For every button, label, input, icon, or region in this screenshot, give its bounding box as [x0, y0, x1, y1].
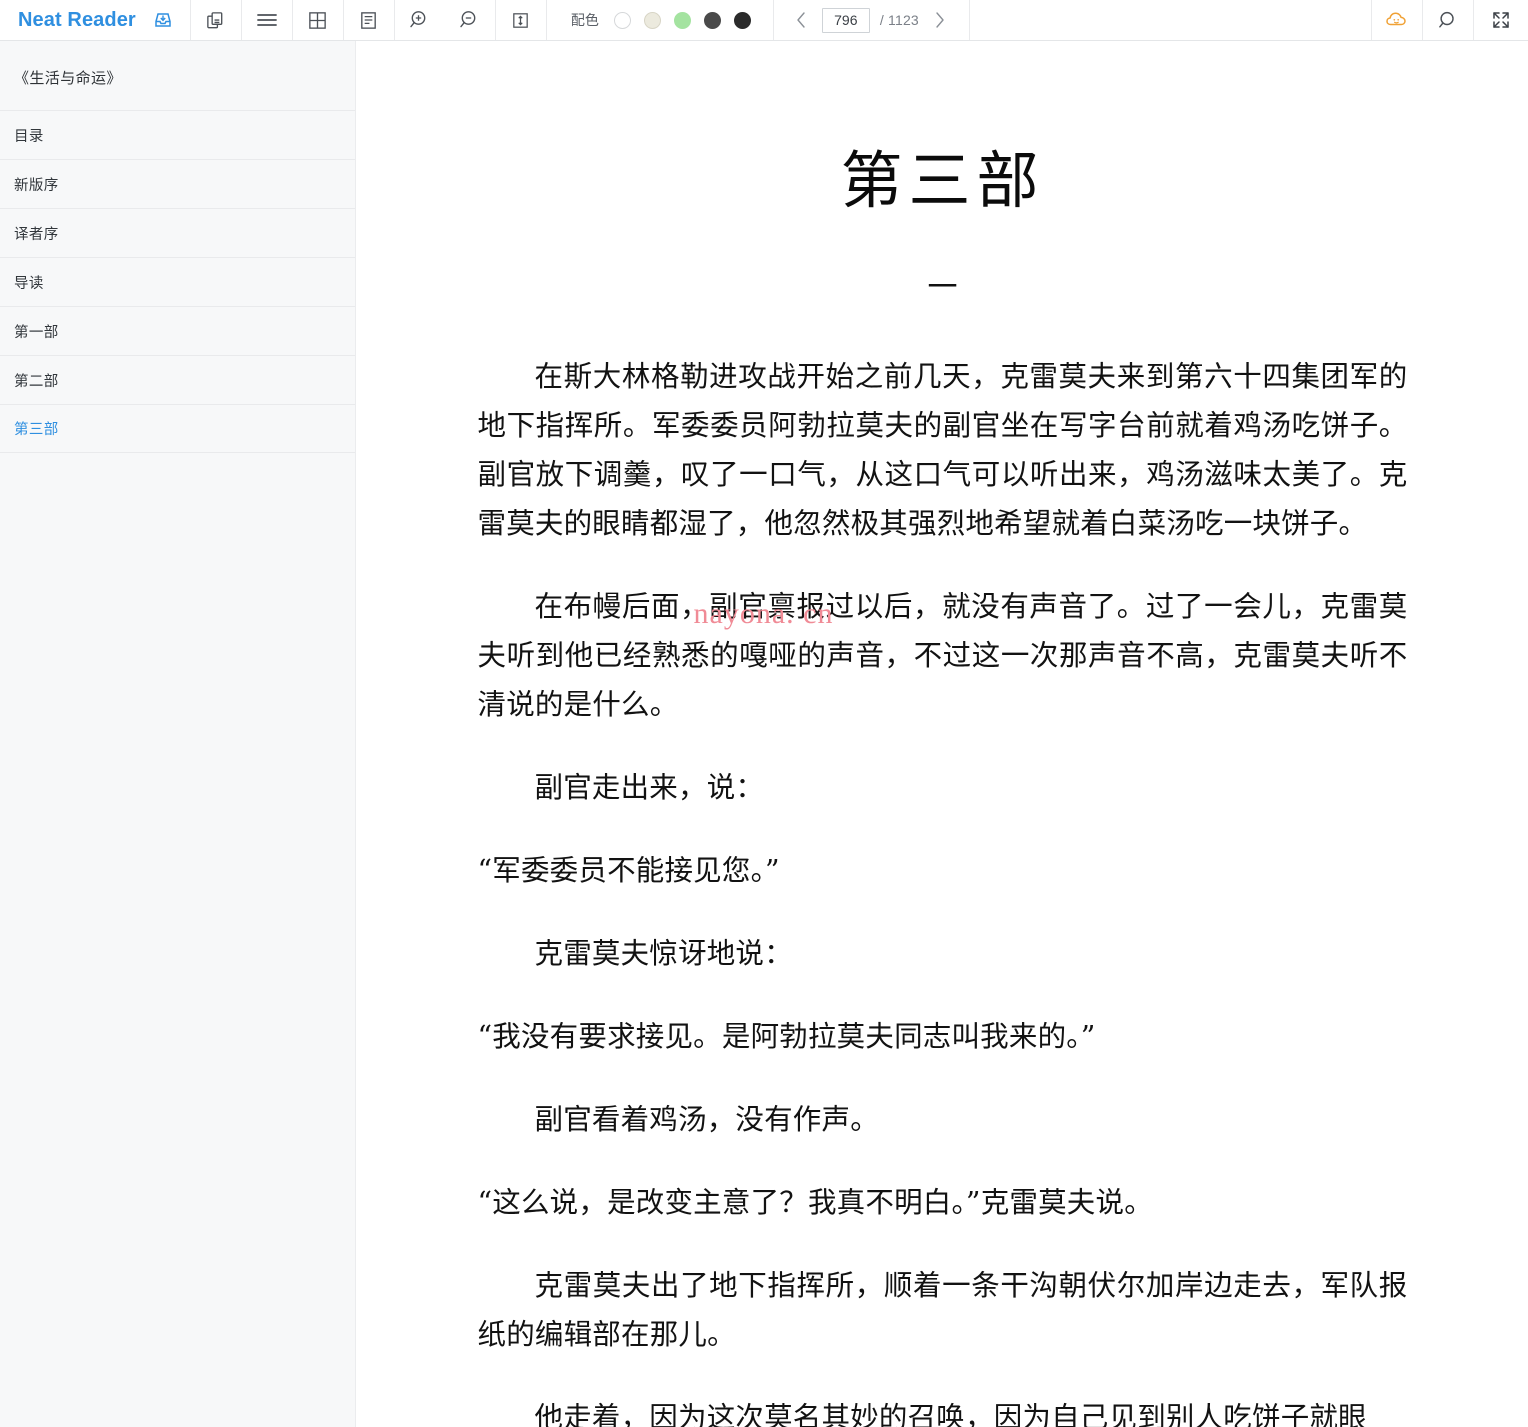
sidebar-item-part-two[interactable]: 第二部 [0, 355, 355, 404]
color-scheme-selector: 配色 [547, 0, 773, 40]
top-toolbar: Neat Reader 配色 796 / 1123 [0, 0, 1528, 41]
sidebar-item-new-preface[interactable]: 新版序 [0, 159, 355, 208]
color-scheme-label: 配色 [570, 12, 599, 28]
zoom-in-icon[interactable] [395, 0, 445, 40]
fullscreen-icon[interactable] [1474, 0, 1528, 40]
paragraph: 在布幔后面，副官禀报过以后，就没有声音了。过了一会儿，克雷莫夫听到他已经熟悉的嘎… [477, 590, 1408, 722]
next-page-icon[interactable] [929, 7, 951, 33]
toc-item-label: 译者序 [14, 226, 59, 243]
toc-item-label: 第三部 [14, 422, 59, 438]
save-inbox-icon[interactable] [150, 0, 176, 40]
toc-item-label: 新版序 [14, 177, 59, 194]
paragraph: “军委委员不能接见您。” [477, 854, 780, 888]
swatch-gray[interactable] [703, 11, 721, 29]
page-total-label: / 1123 [879, 12, 919, 28]
swatch-sepia[interactable] [643, 11, 661, 29]
swatch-green[interactable] [673, 11, 691, 29]
section-number: 一 [927, 270, 958, 306]
cloud-sync-icon[interactable] [1372, 0, 1422, 40]
toc-item-label: 第一部 [14, 324, 59, 341]
paragraph: 他走着，因为这次莫名其妙的召唤，因为自己见到别人吃饼子就眼 [534, 1401, 1367, 1427]
sidebar-item-translator-preface[interactable]: 译者序 [0, 208, 355, 257]
grid-layout-icon[interactable] [293, 0, 343, 40]
toc-item-label: 第二部 [14, 373, 59, 390]
paragraph: 副官走出来，说： [534, 771, 765, 805]
notes-document-icon[interactable] [344, 0, 394, 40]
page-navigator: / 1123 [774, 0, 969, 40]
reader-pane[interactable]: 第三部 一 在斯大林格勒进攻战开始之前几天，克雷莫夫来到第六十四集团军的地下指挥… [357, 41, 1528, 1427]
paragraph: 在斯大林格勒进攻战开始之前几天，克雷莫夫来到第六十四集团军的地下指挥所。军委委员… [477, 360, 1408, 541]
paragraph: 克雷莫夫惊讶地说： [534, 937, 793, 971]
line-height-icon[interactable] [496, 0, 546, 40]
swatch-white[interactable] [613, 11, 631, 29]
hamburger-list-icon[interactable] [242, 0, 292, 40]
search-icon[interactable] [1423, 0, 1473, 40]
prev-page-icon[interactable] [790, 7, 812, 33]
paragraph: “这么说，是改变主意了？我真不明白。”克雷莫夫说。 [477, 1186, 1153, 1220]
paragraph: “我没有要求接见。是阿勃拉莫夫同志叫我来的。” [477, 1020, 1096, 1054]
sidebar-item-guide[interactable]: 导读 [0, 257, 355, 306]
paragraph: 克雷莫夫出了地下指挥所，顺着一条干沟朝伏尔加岸边走去，军队报纸的编辑部在那儿。 [477, 1269, 1408, 1352]
copy-layers-icon[interactable] [191, 0, 241, 40]
zoom-out-icon[interactable] [445, 0, 495, 40]
sidebar-item-contents[interactable]: 目录 [0, 110, 355, 159]
book-title: 《生活与命运》 [14, 70, 122, 87]
toc-item-label: 导读 [14, 275, 44, 292]
page-number-input[interactable] [821, 7, 870, 33]
sidebar-item-part-three[interactable]: 第三部 [0, 404, 355, 453]
toc-sidebar: 《生活与命运》 目录 新版序 译者序 导读 第一部 第二部 第三部 [0, 41, 356, 1427]
swatch-black[interactable] [733, 11, 751, 29]
toc-item-label: 目录 [14, 128, 44, 145]
sidebar-item-part-one[interactable]: 第一部 [0, 306, 355, 355]
app-brand: Neat Reader [0, 0, 190, 40]
app-title: Neat Reader [18, 8, 136, 31]
book-page: 第三部 一 在斯大林格勒进攻战开始之前几天，克雷莫夫来到第六十四集团军的地下指挥… [478, 41, 1408, 1427]
paragraph: 副官看着鸡汤，没有作声。 [534, 1103, 879, 1137]
chapter-title: 第三部 [840, 144, 1045, 217]
